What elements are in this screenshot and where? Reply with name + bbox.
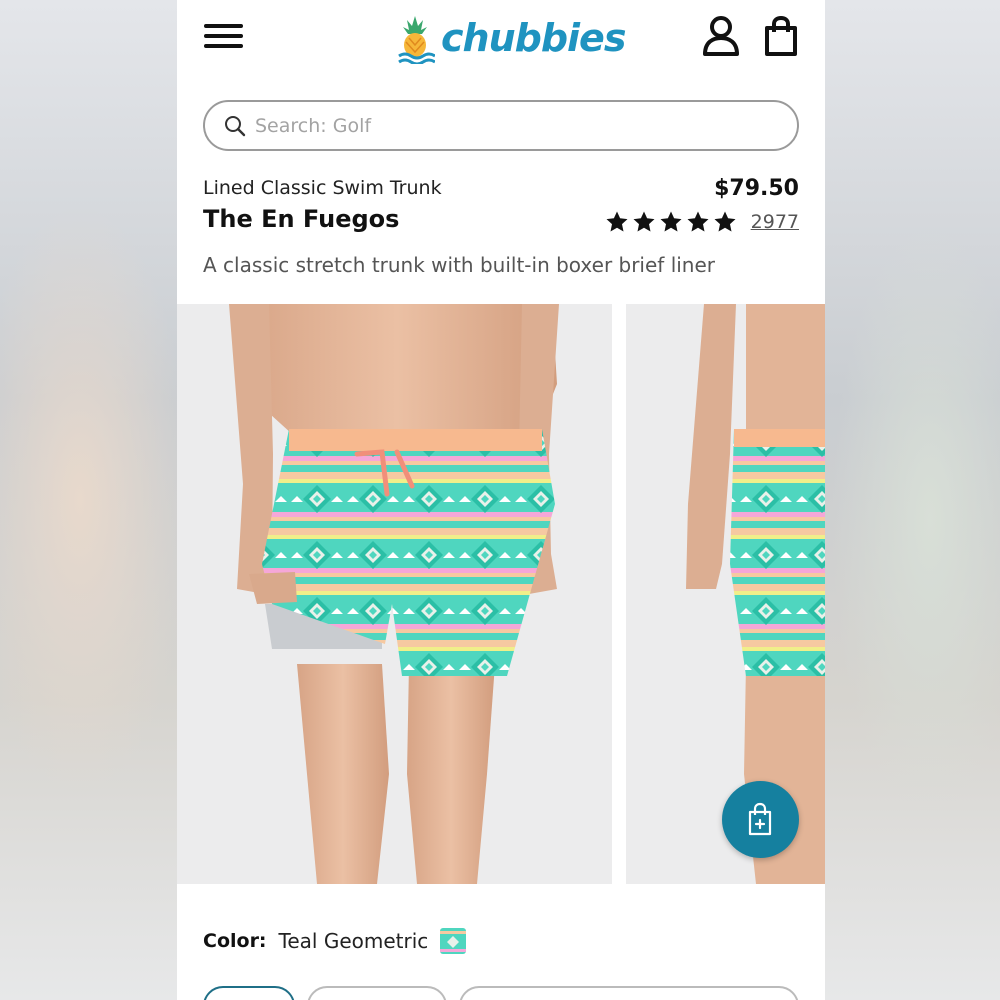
quick-add-button[interactable] (722, 781, 799, 858)
review-count-link[interactable]: 2977 (751, 211, 799, 233)
star-icon (687, 211, 709, 232)
brand-name: chubbies (441, 16, 626, 60)
size-option[interactable] (203, 986, 295, 1000)
product-name: The En Fuegos (203, 205, 400, 233)
color-label: Color: (203, 930, 267, 952)
product-photo-front[interactable] (177, 304, 612, 884)
account-icon[interactable] (701, 14, 741, 58)
color-swatch[interactable] (440, 928, 467, 954)
add-to-bag-icon (748, 802, 771, 835)
hamburger-menu-icon[interactable] (204, 20, 244, 52)
product-price: $79.50 (714, 176, 799, 201)
search-icon (225, 115, 246, 136)
site-header: chubbies (177, 0, 825, 80)
search-input[interactable] (255, 114, 755, 137)
pineapple-logo-icon (398, 16, 435, 64)
search-bar[interactable] (203, 100, 799, 151)
product-type: Lined Classic Swim Trunk (203, 177, 442, 199)
product-rating[interactable]: 2977 (605, 210, 799, 234)
star-icon (606, 211, 628, 232)
mobile-product-page: chubbies Lined Classic Swim Trunk The En… (177, 0, 825, 1000)
product-description: A classic stretch trunk with built-in bo… (203, 253, 716, 277)
star-rating (605, 210, 737, 234)
star-icon (633, 211, 655, 232)
size-options (203, 986, 799, 1000)
shopping-bag-icon[interactable] (761, 14, 801, 58)
star-icon (714, 211, 736, 232)
color-value: Teal Geometric (278, 929, 429, 953)
brand-logo[interactable]: chubbies (395, 10, 626, 66)
size-option[interactable] (459, 986, 799, 1000)
product-photo-side[interactable] (626, 304, 825, 884)
size-option[interactable] (307, 986, 447, 1000)
color-selector: Color: Teal Geometric (203, 928, 467, 954)
star-icon (660, 211, 682, 232)
